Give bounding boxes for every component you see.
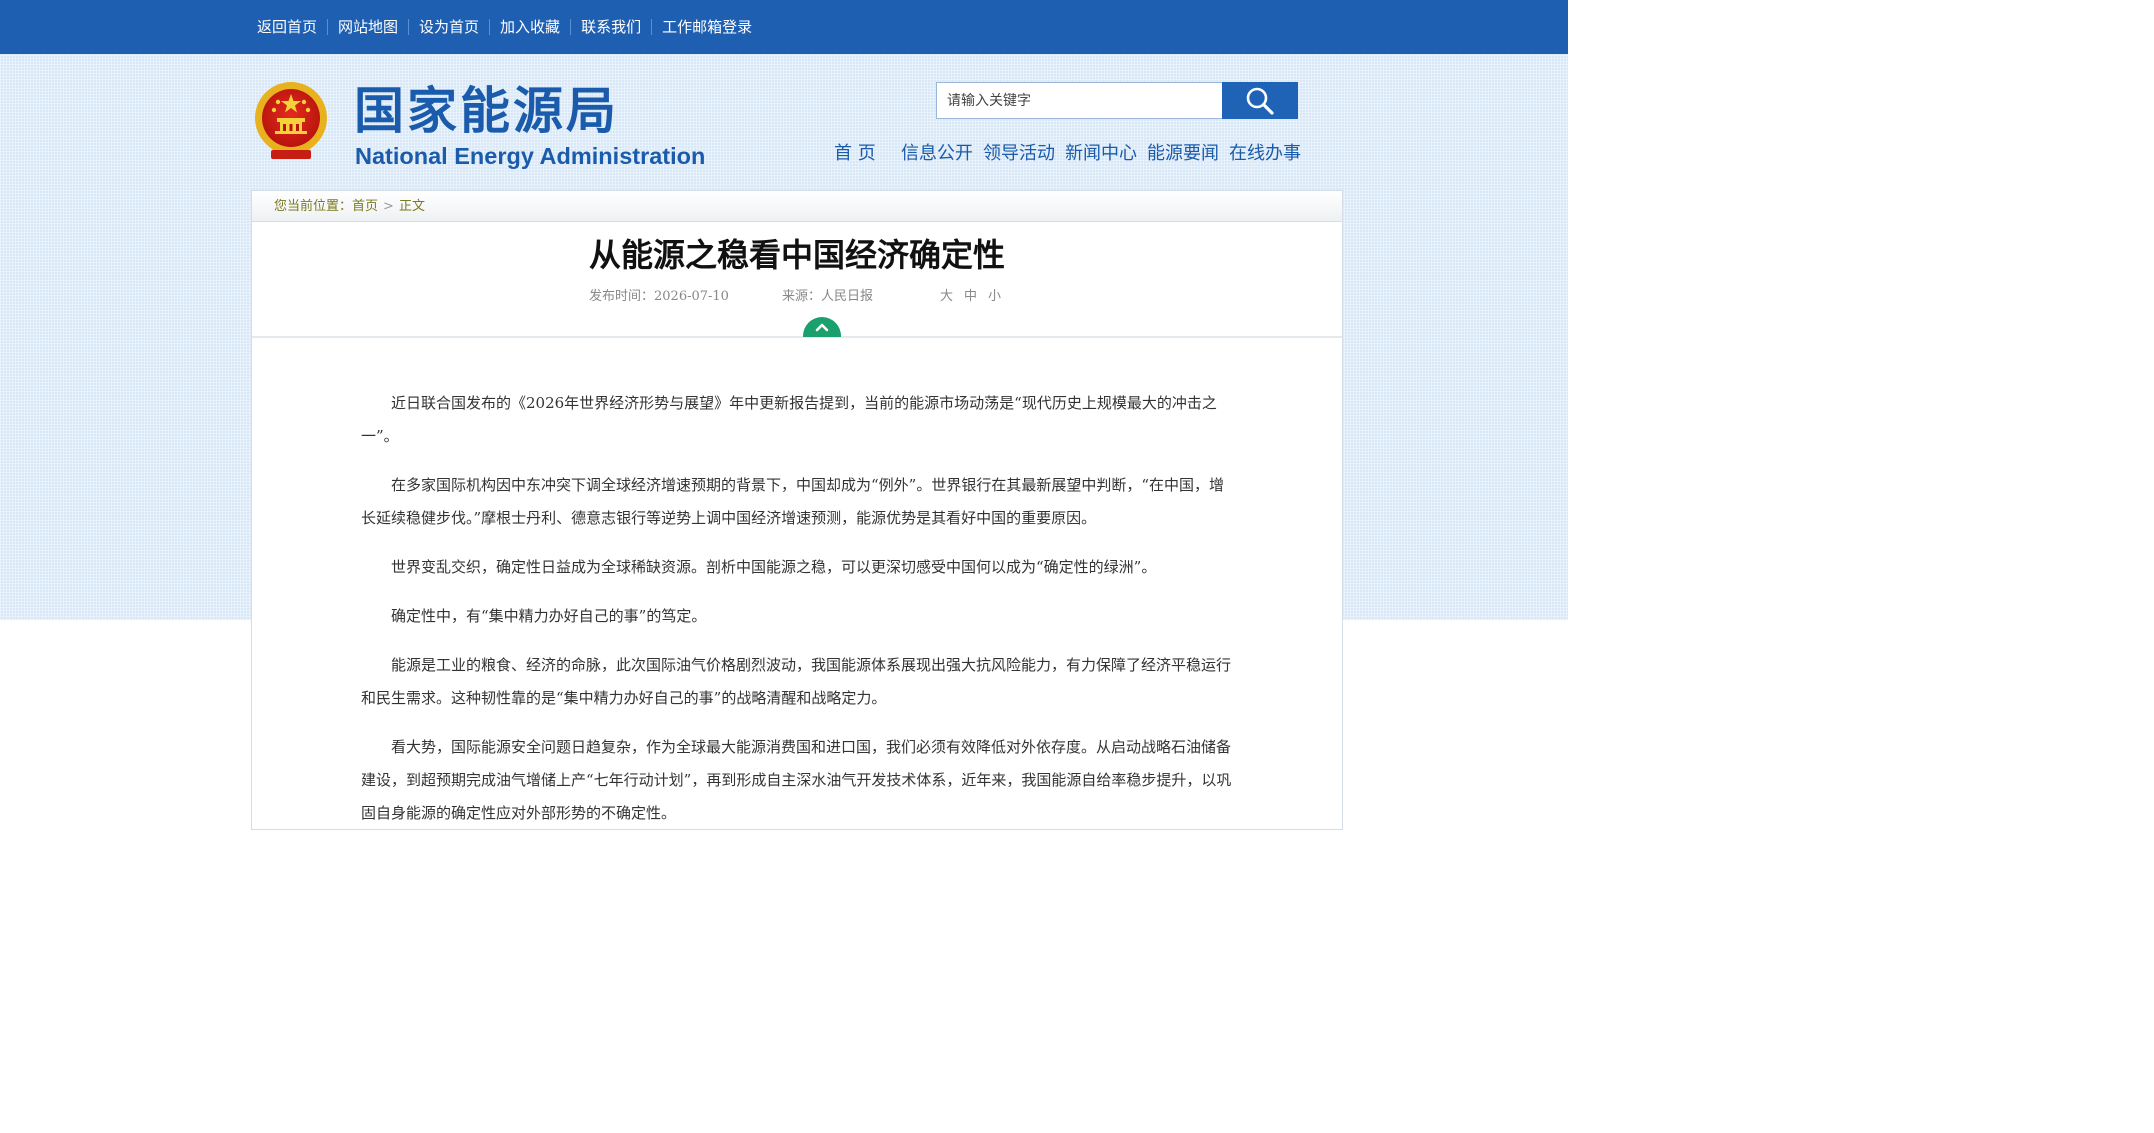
breadcrumb: 您当前位置：首页 > 正文 [274, 191, 425, 222]
breadcrumb-current: 正文 [398, 199, 425, 214]
article-paragraph: 世界变乱交织，确定性日益成为全球稀缺资源。剖析中国能源之稳，可以更深切感受中国何… [391, 558, 1157, 576]
main-nav-news-center[interactable]: 新闻中心 [1065, 140, 1137, 168]
logo-english: National Energy Administration [355, 143, 706, 169]
top-nav-add-favorite[interactable]: 加入收藏 [489, 19, 570, 35]
main-nav-home[interactable]: 首 页 [834, 140, 876, 168]
breadcrumb-home[interactable]: 首页 [352, 199, 378, 214]
article-container: 您当前位置：首页 > 正文 从能源之稳看中国经济确定性 发布时间：2026-07-1… [251, 190, 1343, 830]
main-nav-info-disclosure[interactable]: 信息公开 [901, 140, 973, 168]
article-title: 从能源之稳看中国经济确定性 [588, 236, 1005, 274]
font-size-small[interactable]: 小 [988, 289, 1001, 305]
font-size-large[interactable]: 大 [940, 289, 953, 305]
article-paragraph: 确定性中，有“集中精力办好自己的事”的笃定。 [391, 607, 707, 625]
top-nav-sitemap[interactable]: 网站地图 [327, 19, 408, 35]
search-button[interactable] [1222, 82, 1298, 119]
top-nav-home[interactable]: 返回首页 [257, 19, 327, 35]
article-paragraph: 看大势，国际能源安全问题日趋复杂，作为全球最大能源消费国和进口国，我们必须有效降… [361, 738, 1232, 822]
top-bar: 返回首页 网站地图 设为首页 加入收藏 联系我们 工作邮箱登录 [0, 0, 1568, 54]
search-input[interactable] [936, 82, 1223, 119]
font-size-medium[interactable]: 中 [964, 289, 977, 305]
top-nav-email-login[interactable]: 工作邮箱登录 [651, 19, 762, 35]
logo-chinese: 国家能源局 [354, 82, 619, 140]
header-divider [252, 336, 1342, 338]
national-emblem-icon[interactable] [253, 80, 329, 164]
top-nav: 返回首页 网站地图 设为首页 加入收藏 联系我们 工作邮箱登录 [257, 0, 762, 54]
top-nav-set-homepage[interactable]: 设为首页 [408, 19, 489, 35]
collapse-button[interactable] [803, 317, 841, 337]
article-paragraph: 能源是工业的粮食、经济的命脉，此次国际油气价格剧烈波动，我国能源体系展现出强大抗… [361, 656, 1232, 707]
breadcrumb-chevron-icon: > [383, 199, 394, 214]
search-icon [1246, 87, 1274, 115]
article-source: 来源：人民日报 [782, 289, 874, 304]
chevron-up-icon [815, 323, 829, 332]
main-nav-energy-news[interactable]: 能源要闻 [1147, 140, 1219, 168]
breadcrumb-prefix: 您当前位置： [274, 199, 353, 214]
article-paragraph: 在多家国际机构因中东冲突下调全球经济增速预期的背景下，中国却成为“例外”。世界银… [361, 476, 1225, 527]
main-nav-online-services[interactable]: 在线办事 [1229, 140, 1301, 168]
breadcrumb-bar: 您当前位置：首页 > 正文 [252, 191, 1342, 222]
publish-time: 发布时间：2026-07-10 [589, 289, 729, 304]
article-paragraph: 近日联合国发布的《2026年世界经济形势与展望》年中更新报告提到，当前的能源市场… [361, 394, 1217, 445]
top-nav-contact[interactable]: 联系我们 [570, 19, 651, 35]
article-body: 近日联合国发布的《2026年世界经济形势与展望》年中更新报告提到，当前的能源市场… [361, 387, 1233, 846]
main-nav-leadership[interactable]: 领导活动 [983, 140, 1055, 168]
